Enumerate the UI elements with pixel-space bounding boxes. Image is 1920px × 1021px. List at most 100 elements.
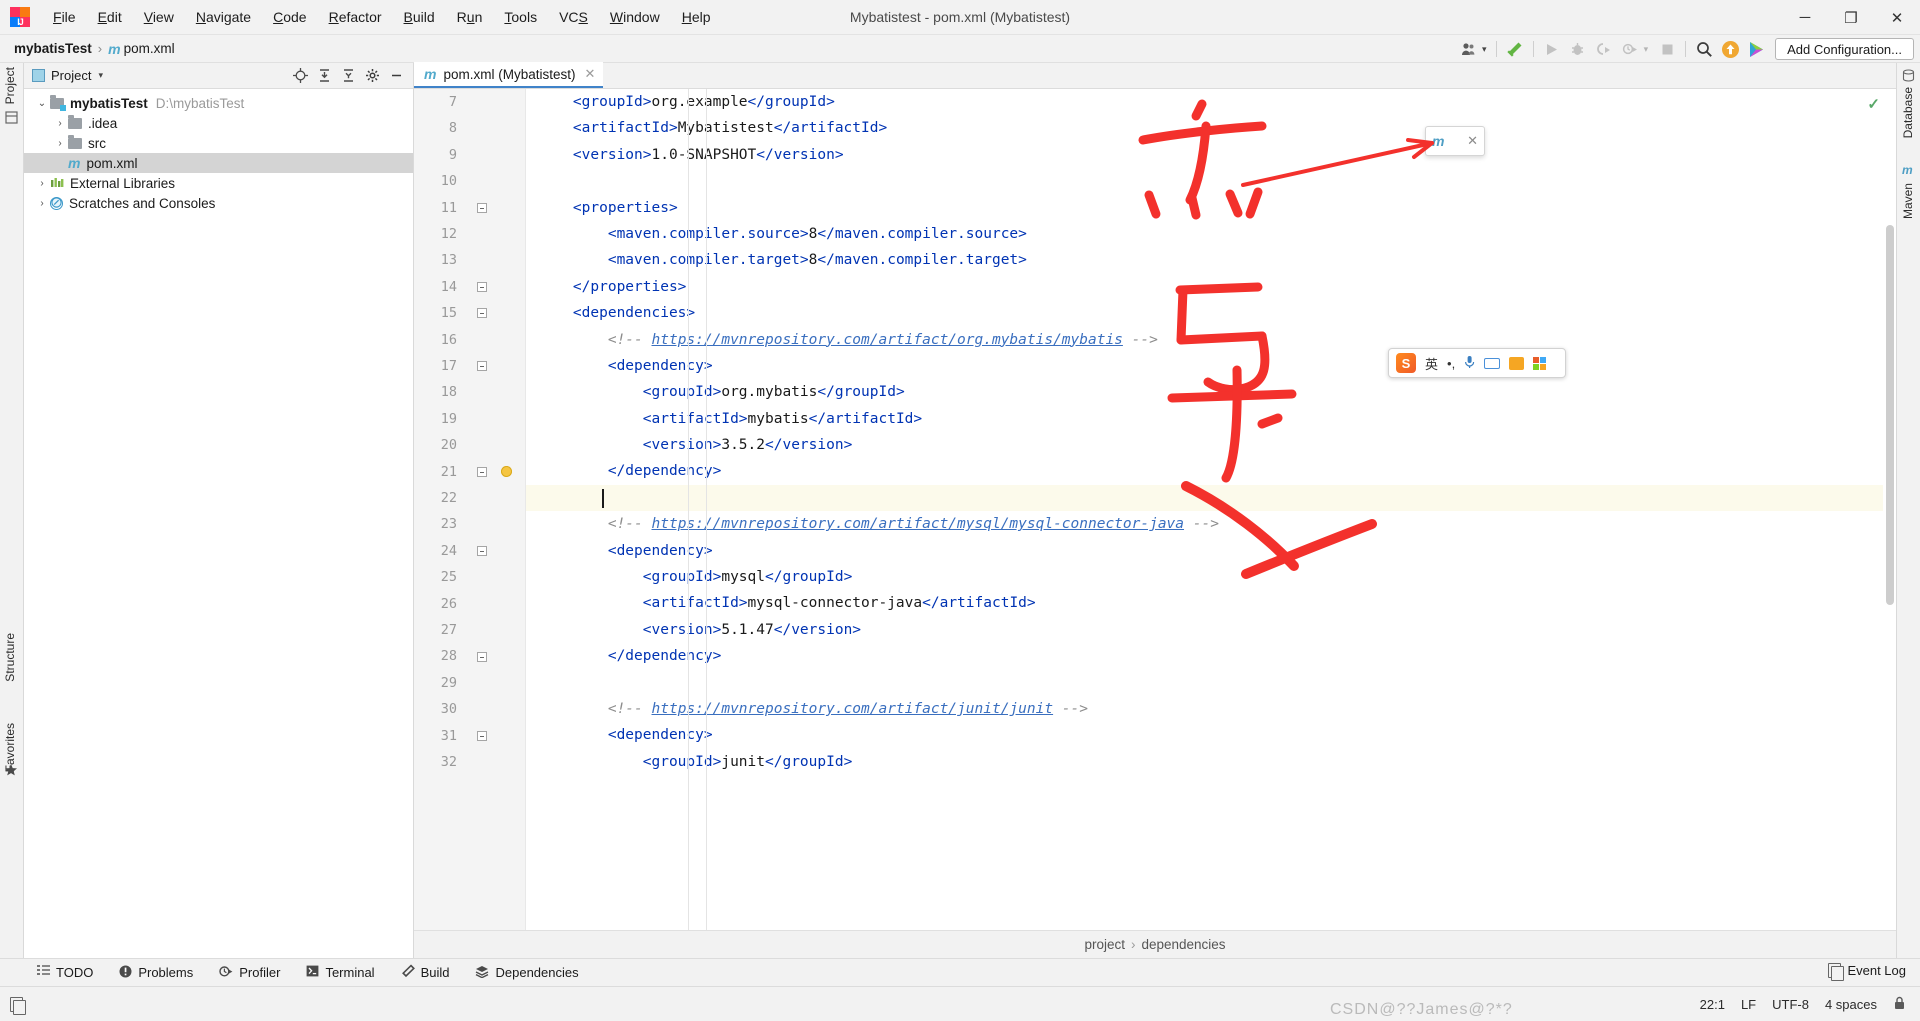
collapse-all-icon[interactable] — [337, 65, 359, 87]
code-line[interactable]: </dependency> — [526, 643, 1896, 669]
run-icon[interactable] — [1539, 36, 1565, 62]
comment-url-link[interactable]: https://mvnrepository.com/artifact/junit… — [652, 701, 1054, 717]
code-line[interactable]: <version>3.5.2</version> — [526, 432, 1896, 458]
chevron-down-icon[interactable]: ▾ — [98, 70, 103, 81]
user-settings-icon[interactable] — [1456, 36, 1482, 62]
star-icon[interactable] — [4, 763, 18, 777]
fold-toggle-icon[interactable] — [476, 459, 487, 485]
editor-scrollbar[interactable] — [1883, 115, 1896, 902]
tree-node-mybatisTest[interactable]: ⌄ mybatisTest D:\mybatisTest — [24, 93, 413, 113]
fold-toggle-icon[interactable] — [476, 353, 487, 379]
updates-icon[interactable] — [1717, 36, 1743, 62]
search-icon[interactable] — [1691, 36, 1717, 62]
comment-url-link[interactable]: https://mvnrepository.com/artifact/mysql… — [652, 516, 1185, 532]
close-icon[interactable]: ✕ — [584, 66, 595, 82]
bottom-item-build[interactable]: Build — [388, 964, 463, 981]
menu-view[interactable]: View — [133, 5, 185, 29]
chevron-right-icon[interactable]: › — [52, 138, 68, 149]
code-line[interactable] — [526, 670, 1896, 696]
tree-node-external-libraries[interactable]: › External Libraries — [24, 173, 413, 193]
code-line[interactable]: <maven.compiler.source>8</maven.compiler… — [526, 221, 1896, 247]
chevron-right-icon[interactable]: › — [34, 198, 50, 209]
code-line[interactable]: <!-- https://mvnrepository.com/artifact/… — [526, 327, 1896, 353]
code-line[interactable]: <properties> — [526, 195, 1896, 221]
menu-edit[interactable]: Edit — [87, 5, 133, 29]
window-controls[interactable]: ─ ❐ ✕ — [1782, 0, 1920, 35]
code-line[interactable]: <maven.compiler.target>8</maven.compiler… — [526, 247, 1896, 273]
editor-breadcrumb-dependencies[interactable]: dependencies — [1141, 937, 1225, 952]
editor-tab-pom-xml[interactable]: m pom.xml (Mybatistest) ✕ — [414, 62, 604, 88]
maven-reload-popup[interactable]: m ✕ — [1425, 126, 1485, 156]
code-line[interactable] — [526, 484, 1896, 512]
project-tree[interactable]: ⌄ mybatisTest D:\mybatisTest › .idea › s… — [24, 89, 413, 213]
minimize-button[interactable]: ─ — [1782, 0, 1828, 35]
fold-toggle-icon[interactable] — [476, 643, 487, 669]
fold-toggle-icon[interactable] — [476, 538, 487, 564]
code-line[interactable]: <version>5.1.47</version> — [526, 617, 1896, 643]
menu-tools[interactable]: Tools — [493, 5, 548, 29]
chevron-down-icon[interactable]: ⌄ — [34, 98, 50, 109]
editor-breadcrumb-project[interactable]: project — [1084, 937, 1125, 952]
menu-file[interactable]: File — [42, 5, 87, 29]
inspection-status-icon[interactable]: ✓ — [1867, 95, 1880, 113]
bottom-item-profiler[interactable]: Profiler — [206, 965, 293, 981]
add-configuration-button[interactable]: Add Configuration... — [1775, 38, 1914, 60]
fold-toggle-icon[interactable] — [476, 274, 487, 300]
comment-url-link[interactable]: https://mvnrepository.com/artifact/org.m… — [652, 332, 1123, 348]
file-encoding[interactable]: UTF-8 — [1772, 997, 1809, 1012]
menu-navigate[interactable]: Navigate — [185, 5, 262, 29]
code-line[interactable]: </properties> — [526, 274, 1896, 300]
main-toolbar-right[interactable]: ▾ ▾ Add Configuration... — [1456, 35, 1920, 63]
code-line[interactable]: <dependency> — [526, 353, 1896, 379]
expand-all-icon[interactable] — [313, 65, 335, 87]
menu-help[interactable]: Help — [671, 5, 722, 29]
event-log-button[interactable]: Event Log — [1828, 963, 1906, 981]
code-content[interactable]: <groupId>org.example</groupId> <artifact… — [526, 89, 1896, 930]
bottom-item-dependencies[interactable]: Dependencies — [462, 965, 591, 981]
hide-panel-icon[interactable] — [385, 65, 407, 87]
fold-toggle-icon[interactable] — [476, 300, 487, 326]
tool-window-project[interactable]: Project — [3, 67, 17, 104]
code-line[interactable]: <dependency> — [526, 538, 1896, 564]
settings-gear-icon[interactable] — [361, 65, 383, 87]
chevron-right-icon[interactable]: › — [52, 118, 68, 129]
menu-refactor[interactable]: Refactor — [318, 5, 393, 29]
menu-code[interactable]: Code — [262, 5, 317, 29]
tree-node-idea[interactable]: › .idea — [24, 113, 413, 133]
menu-build[interactable]: Build — [393, 5, 446, 29]
structure-small-icon[interactable] — [5, 111, 18, 124]
breadcrumb-project[interactable]: mybatisTest — [14, 41, 92, 56]
menu-run[interactable]: Run — [446, 5, 494, 29]
bottom-item-problems[interactable]: Problems — [106, 965, 206, 981]
editor-gutter[interactable]: 7 8 9 10 11 12 13 14 15 16 17 18 19 20 21 22 23 24 25 26 27 2… — [414, 89, 526, 930]
tree-node-src[interactable]: › src — [24, 133, 413, 153]
tree-node-pom-xml[interactable]: m pom.xml — [24, 153, 413, 173]
ime-punctuation-label[interactable]: •, — [1447, 356, 1455, 371]
breadcrumb[interactable]: mybatisTest › m pom.xml — [14, 41, 175, 57]
menu-vcs[interactable]: VCS — [548, 5, 599, 29]
close-icon[interactable]: ✕ — [1467, 133, 1478, 149]
maximize-button[interactable]: ❐ — [1828, 0, 1874, 35]
keyboard-icon[interactable] — [1484, 357, 1501, 369]
bottom-item-terminal[interactable]: Terminal — [293, 965, 387, 980]
ime-toolbar[interactable]: S 英 •, — [1388, 348, 1566, 378]
code-line[interactable]: <version>1.0-SNAPSHOT</version> — [526, 142, 1896, 168]
project-panel-actions[interactable] — [289, 65, 409, 87]
bottom-item-todo[interactable]: TODO — [24, 965, 106, 980]
intention-bulb-icon[interactable] — [499, 459, 513, 485]
lock-icon[interactable] — [1893, 996, 1906, 1013]
code-line[interactable]: <artifactId>Mybatistest</artifactId> — [526, 115, 1896, 141]
ide-features-icon[interactable] — [1743, 36, 1769, 62]
tree-node-scratches-and-consoles[interactable]: › Scratches and Consoles — [24, 193, 413, 213]
code-line[interactable]: <groupId>junit</groupId> — [526, 749, 1896, 775]
scrollbar-thumb[interactable] — [1886, 225, 1894, 605]
code-line[interactable]: </dependency> — [526, 458, 1896, 484]
microphone-icon[interactable] — [1464, 355, 1475, 372]
debug-icon[interactable] — [1565, 36, 1591, 62]
code-line[interactable]: <artifactId>mysql-connector-java</artifa… — [526, 590, 1896, 616]
fold-toggle-icon[interactable] — [476, 195, 487, 221]
status-bar-right[interactable]: 22:1 LF UTF-8 4 spaces — [1700, 996, 1906, 1013]
sogou-logo-icon[interactable]: S — [1396, 353, 1416, 373]
build-hammer-icon[interactable] — [1502, 36, 1528, 62]
breadcrumb-file[interactable]: pom.xml — [124, 41, 175, 56]
